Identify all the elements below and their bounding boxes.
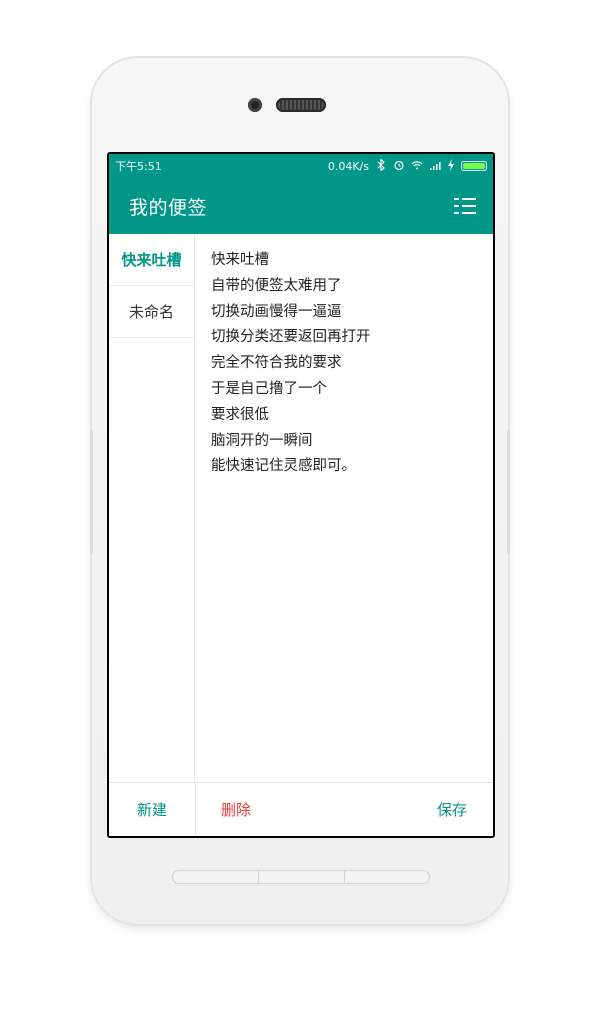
bottom-divider [195, 783, 196, 836]
signal-icon [429, 159, 441, 173]
note-line: 于是自己撸了一个 [211, 380, 327, 397]
status-bar: 下午5:51 0.04K/s [109, 154, 493, 178]
list-menu-icon[interactable] [453, 194, 477, 218]
status-icons: 0.04K/s [327, 158, 487, 173]
battery-icon [461, 161, 487, 171]
app-bar: 我的便签 [109, 178, 493, 234]
front-camera [248, 98, 262, 112]
note-line: 切换动画慢得一逼逼 [211, 303, 342, 320]
phone-side-button-right [507, 430, 510, 554]
note-line: 脑洞开的一瞬间 [211, 432, 313, 449]
new-button[interactable]: 新建 [109, 799, 195, 820]
status-time: 下午5:51 [115, 160, 162, 173]
note-editor[interactable]: 快来吐槽 自带的便签太难用了 切换动画慢得一逼逼 切换分类还要返回再打开 完全不… [195, 234, 493, 782]
save-button[interactable]: 保存 [437, 799, 467, 820]
note-line: 切换分类还要返回再打开 [211, 329, 371, 346]
charging-icon [447, 159, 455, 173]
note-line: 要求很低 [211, 406, 269, 423]
sidebar-item-weimingming[interactable]: 未命名 [109, 286, 194, 338]
delete-button[interactable]: 删除 [221, 799, 251, 820]
note-line: 快来吐槽 [211, 252, 269, 268]
home-button[interactable] [172, 870, 430, 884]
network-speed: 0.04K/s [327, 159, 369, 173]
earpiece-speaker [276, 98, 326, 112]
app-window: 下午5:51 0.04K/s 我的便签 快来吐槽 未命名 快来吐槽 自带的便签太… [109, 154, 493, 836]
app-title: 我的便签 [129, 196, 208, 219]
alarm-icon [393, 159, 405, 173]
note-line: 完全不符合我的要求 [211, 355, 342, 372]
note-line: 自带的便签太难用了 [211, 277, 342, 294]
sidebar-item-kuailaitucao[interactable]: 快来吐槽 [109, 234, 194, 286]
note-line: 能快速记住灵感即可。 [211, 458, 356, 475]
category-sidebar: 快来吐槽 未命名 [109, 234, 195, 782]
main-content: 快来吐槽 未命名 快来吐槽 自带的便签太难用了 切换动画慢得一逼逼 切换分类还要… [109, 234, 493, 836]
wifi-icon [411, 159, 423, 173]
bluetooth-icon [375, 158, 387, 173]
phone-side-button-left [90, 430, 93, 554]
bottom-action-bar: 新建 删除 保存 [109, 782, 493, 836]
phone-screen: 下午5:51 0.04K/s 我的便签 快来吐槽 未命名 快来吐槽 自带的便签太… [107, 152, 495, 838]
